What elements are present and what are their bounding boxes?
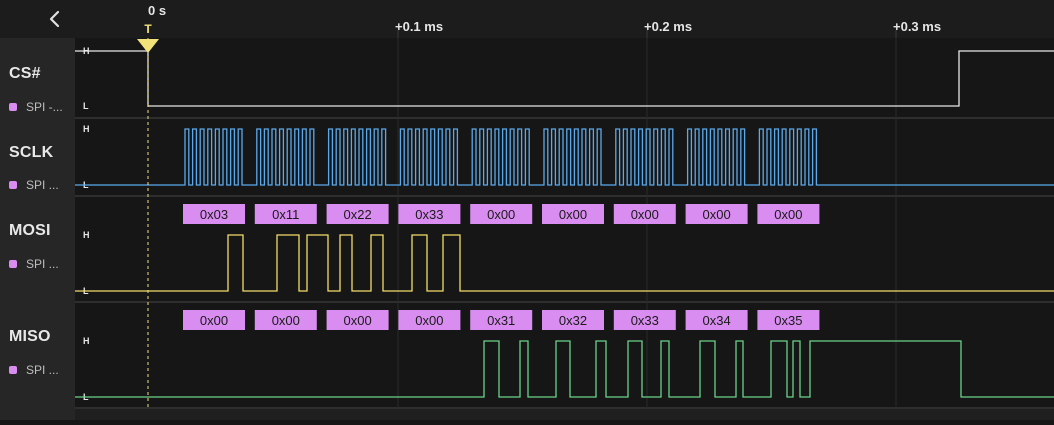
decoded-byte-value: 0x00 — [559, 207, 587, 222]
decoded-byte-value: 0x03 — [200, 207, 228, 222]
level-high-label: H — [83, 230, 90, 240]
level-high-label: H — [83, 336, 90, 346]
decoded-byte-value: 0x32 — [559, 313, 587, 328]
decoded-byte-value: 0x35 — [774, 313, 802, 328]
decoded-byte-value: 0x00 — [774, 207, 802, 222]
decoded-byte-value: 0x00 — [415, 313, 443, 328]
time-label-zero: 0 s — [148, 3, 166, 18]
decoded-byte-value: 0x11 — [272, 207, 299, 222]
channel-label-miso[interactable]: MISO SPI ... — [0, 304, 75, 408]
waveform-canvas[interactable]: +0.1 ms +0.2 ms +0.3 ms0 s HLHLHLHL 0x03 0x… — [75, 0, 1054, 420]
channel-analyzer[interactable]: SPI ... — [9, 178, 59, 192]
channel-label-cs[interactable]: CS# SPI -... — [0, 40, 75, 118]
time-label: +0.1 ms — [395, 19, 443, 34]
level-high-label: H — [83, 124, 90, 134]
decoded-byte-value: 0x00 — [343, 313, 371, 328]
channel-analyzer[interactable]: SPI ... — [9, 363, 59, 377]
decoded-byte-value: 0x00 — [631, 207, 659, 222]
decoded-byte-value: 0x34 — [702, 313, 730, 328]
bottom-strip — [75, 408, 1054, 420]
sidebar-header — [0, 0, 75, 38]
time-label: +0.2 ms — [644, 19, 692, 34]
time-label: +0.3 ms — [893, 19, 941, 34]
analyzer-name: SPI -... — [26, 100, 63, 114]
analyzer-color-swatch — [9, 103, 17, 111]
channel-name: MOSI — [9, 222, 51, 239]
channel-name: SCLK — [9, 144, 54, 161]
trigger-label: T — [144, 22, 152, 36]
decoded-byte-value: 0x31 — [487, 313, 515, 328]
channel-name: MISO — [9, 328, 51, 345]
decoded-byte-value: 0x33 — [415, 207, 443, 222]
analyzer-name: SPI ... — [26, 178, 59, 192]
analyzer-name: SPI ... — [26, 363, 59, 377]
decoded-byte-value: 0x33 — [631, 313, 659, 328]
channel-label-mosi[interactable]: MOSI SPI ... — [0, 198, 75, 302]
channel-name: CS# — [9, 65, 41, 82]
analyzer-name: SPI ... — [26, 257, 59, 271]
decoded-byte-value: 0x00 — [200, 313, 228, 328]
decoded-byte-value: 0x00 — [702, 207, 730, 222]
decoded-byte-value: 0x00 — [487, 207, 515, 222]
channel-analyzer[interactable]: SPI -... — [9, 100, 63, 114]
collapse-sidebar-button[interactable] — [44, 8, 66, 30]
channel-label-sclk[interactable]: SCLK SPI ... — [0, 120, 75, 196]
analyzer-color-swatch — [9, 260, 17, 268]
decoded-byte-value: 0x22 — [343, 207, 371, 222]
chevron-left-icon — [49, 10, 60, 28]
decoded-byte-value: 0x00 — [272, 313, 300, 328]
analyzer-color-swatch — [9, 366, 17, 374]
analyzer-color-swatch — [9, 181, 17, 189]
channel-analyzer[interactable]: SPI ... — [9, 257, 59, 271]
waveform-area[interactable]: +0.1 ms +0.2 ms +0.3 ms 0 s HLHLHLHL 0x03 0x… — [75, 0, 1054, 420]
level-low-label: L — [83, 101, 89, 111]
